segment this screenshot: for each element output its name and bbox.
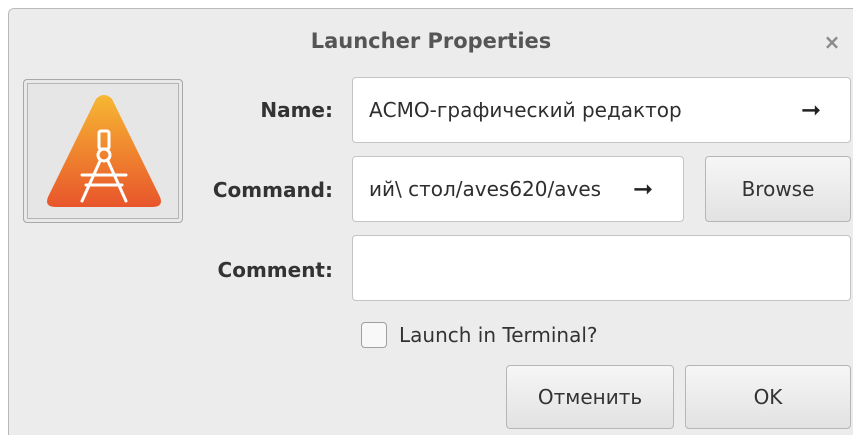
close-icon[interactable]: × <box>821 31 843 53</box>
browse-button[interactable]: Browse <box>705 156 851 222</box>
launch-in-terminal-label[interactable]: Launch in Terminal? <box>399 323 598 347</box>
command-field-value: ий\ стол/aves620/aves <box>369 177 602 201</box>
comment-label: Comment: <box>217 258 333 282</box>
arrow-right-icon[interactable]: ➞ <box>633 157 653 221</box>
launcher-properties-dialog: Launcher Properties × Name: АСМО-графиче… <box>8 8 853 435</box>
name-label: Name: <box>260 98 333 122</box>
name-field[interactable]: АСМО-графический редактор ➞ <box>352 77 851 143</box>
drafting-compass-icon <box>47 95 161 207</box>
launcher-icon-button[interactable] <box>23 79 183 223</box>
launch-in-terminal-checkbox[interactable] <box>361 322 387 348</box>
comment-field[interactable] <box>352 235 851 301</box>
command-label: Command: <box>212 178 333 202</box>
command-field[interactable]: ий\ стол/aves620/aves ➞ <box>352 156 684 222</box>
title-bar[interactable]: Launcher Properties × <box>9 9 853 75</box>
dialog-title: Launcher Properties <box>310 29 552 53</box>
name-field-value: АСМО-графический редактор <box>369 98 682 122</box>
cancel-button[interactable]: Отменить <box>506 365 674 429</box>
ok-button[interactable]: OK <box>685 365 851 429</box>
arrow-right-icon[interactable]: ➞ <box>801 78 821 142</box>
